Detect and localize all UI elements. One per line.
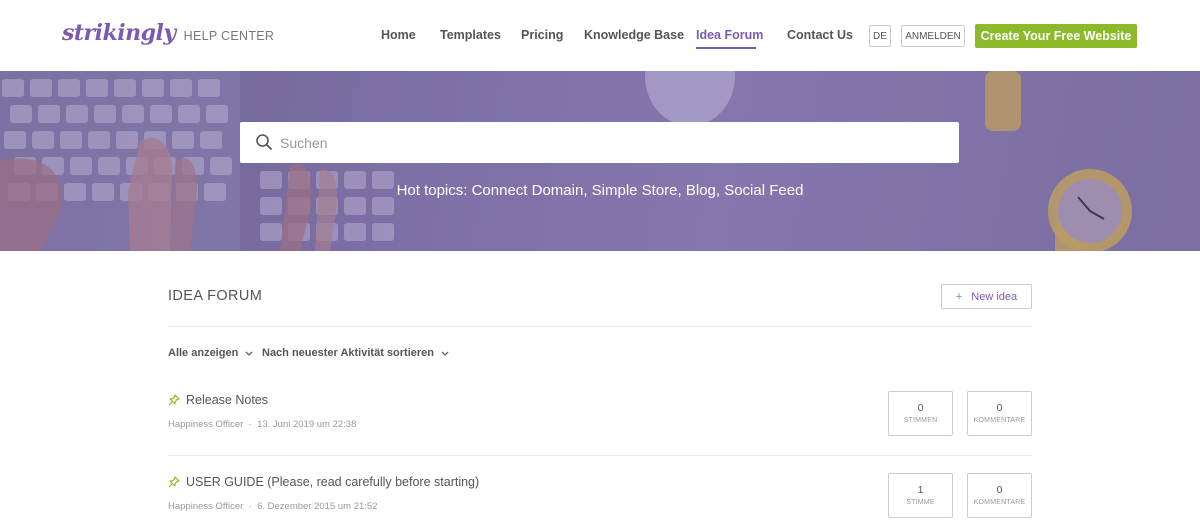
header-divider	[168, 326, 1032, 327]
new-idea-label: New idea	[971, 290, 1018, 303]
votes-count: 1	[917, 484, 924, 496]
active-nav-underline	[696, 47, 756, 49]
comments-label: KOMMENTARE	[973, 499, 1026, 506]
nav-contact-us[interactable]: Contact Us	[787, 28, 853, 42]
search-input[interactable]	[280, 122, 950, 163]
comments-count: 0	[996, 484, 1003, 496]
filter-show-all[interactable]: Alle anzeigen	[168, 347, 253, 359]
language-button[interactable]: DE	[869, 25, 891, 47]
nav-home[interactable]: Home	[381, 28, 416, 42]
post-meta: Happiness Officer · 6. Dezember 2015 um …	[168, 501, 377, 512]
chevron-down-icon	[245, 351, 253, 356]
comments-box[interactable]: 0 KOMMENTARE	[967, 473, 1032, 518]
nav-idea-forum[interactable]: Idea Forum	[696, 28, 763, 42]
plus-icon: +	[955, 290, 963, 303]
login-button[interactable]: ANMELDEN	[901, 25, 965, 47]
post-meta: Happiness Officer · 13. Juni 2019 um 22:…	[168, 419, 356, 430]
logo[interactable]: strikingly HELP CENTER	[62, 20, 274, 46]
filter-show-label: Alle anzeigen	[168, 347, 239, 359]
page-title: IDEA FORUM	[168, 288, 263, 304]
comments-label: KOMMENTARE	[973, 417, 1026, 424]
votes-label: STIMME	[906, 499, 935, 506]
post-date: 13. Juni 2019 um 22:38	[257, 419, 357, 430]
top-header: strikingly HELP CENTER Home Templates Pr…	[0, 0, 1200, 71]
filter-sort-label: Nach neuester Aktivität sortieren	[262, 347, 434, 359]
post-title[interactable]: Release Notes	[186, 393, 268, 407]
votes-box[interactable]: 0 STIMMEN	[888, 391, 953, 436]
post-author[interactable]: Happiness Officer	[168, 419, 243, 430]
post-date: 6. Dezember 2015 um 21:52	[257, 501, 378, 512]
logo-wordmark: strikingly	[62, 20, 176, 46]
votes-label: STIMMEN	[903, 417, 938, 424]
search-icon[interactable]	[255, 133, 273, 151]
create-website-button[interactable]: Create Your Free Website	[975, 24, 1137, 48]
meta-separator: ·	[245, 501, 258, 512]
votes-count: 0	[917, 402, 924, 414]
nav-pricing[interactable]: Pricing	[521, 28, 563, 42]
search-bar[interactable]	[240, 122, 959, 163]
pin-icon	[168, 394, 180, 406]
nav-templates[interactable]: Templates	[440, 28, 501, 42]
nav-knowledge-base[interactable]: Knowledge Base	[584, 28, 684, 42]
hot-topics[interactable]: Hot topics: Connect Domain, Simple Store…	[0, 182, 1200, 199]
comments-box[interactable]: 0 KOMMENTARE	[967, 391, 1032, 436]
comments-count: 0	[996, 402, 1003, 414]
row-divider	[168, 455, 1032, 456]
chevron-down-icon	[441, 351, 449, 356]
logo-subtitle: HELP CENTER	[183, 29, 275, 43]
filter-sort[interactable]: Nach neuester Aktivität sortieren	[262, 347, 449, 359]
pin-icon	[168, 476, 180, 488]
post-title[interactable]: USER GUIDE (Please, read carefully befor…	[186, 475, 479, 489]
meta-separator: ·	[245, 419, 258, 430]
new-idea-button[interactable]: + New idea	[941, 284, 1032, 309]
hero-banner: Hot topics: Connect Domain, Simple Store…	[0, 71, 1200, 251]
post-author[interactable]: Happiness Officer	[168, 501, 243, 512]
votes-box[interactable]: 1 STIMME	[888, 473, 953, 518]
